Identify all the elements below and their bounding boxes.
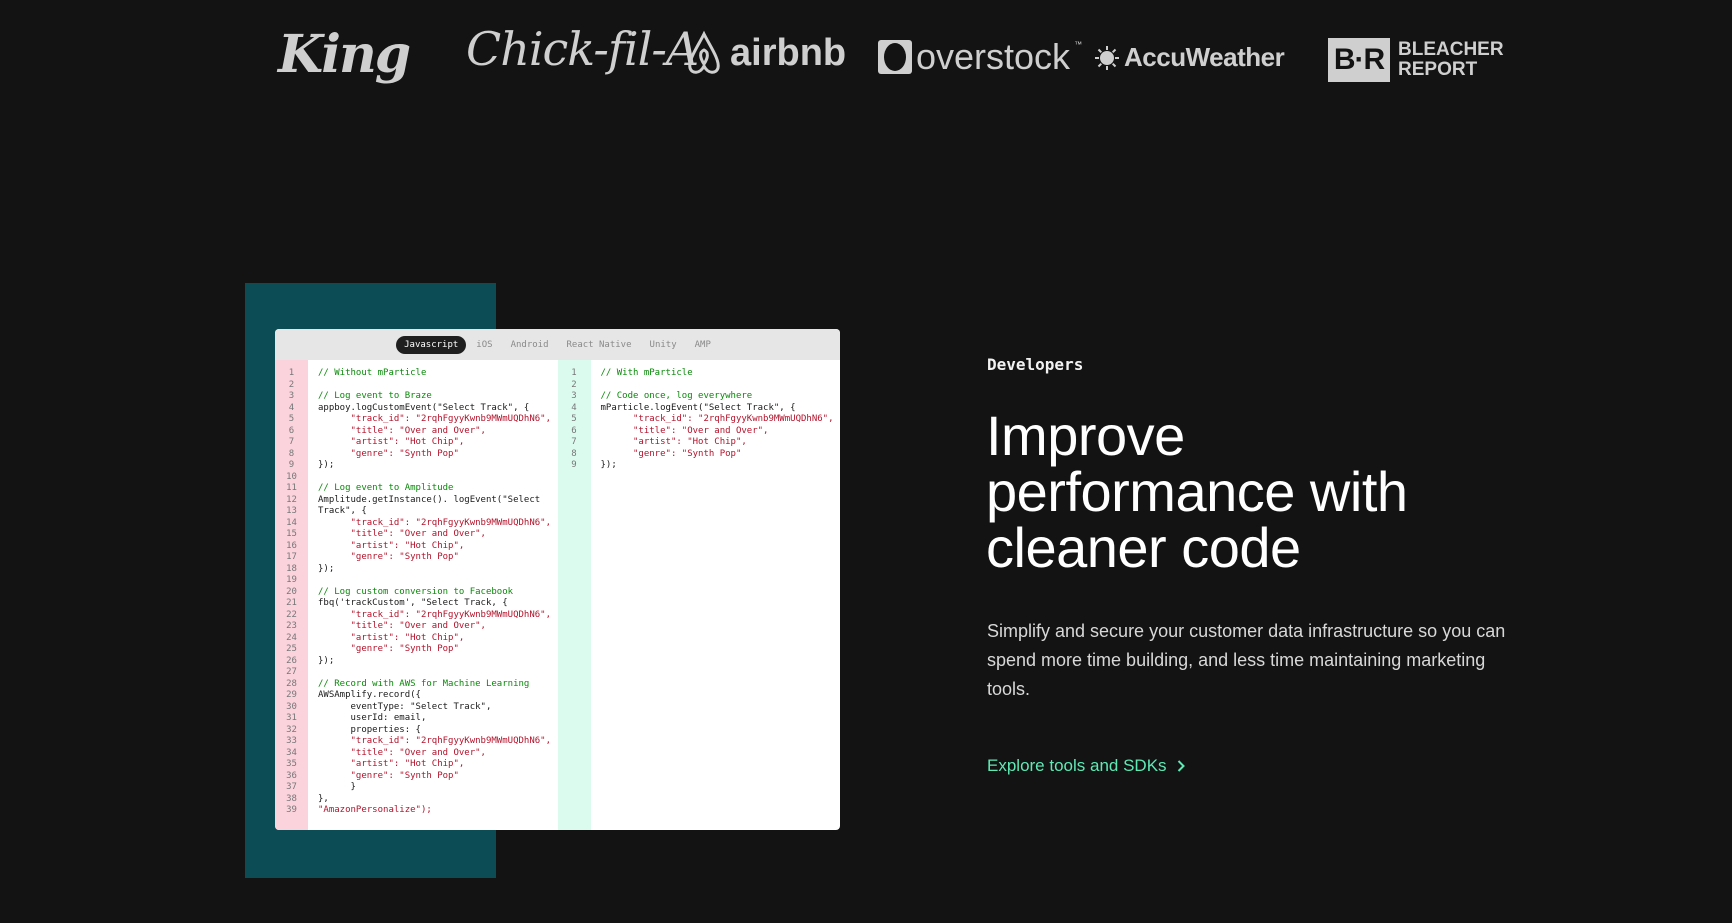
code-line: // Without mParticle [318,368,427,378]
code-line: eventType: "Select Track", [318,701,492,712]
overstock-trademark: ™ [1074,40,1083,49]
chickfila-logo: Chick-fil-A [466,22,699,76]
airbnb-logo: airbnb [684,30,846,76]
king-logo: King [278,24,411,85]
code-line: "genre": "Synth Pop" [318,448,459,459]
tab-unity[interactable]: Unity [642,336,685,354]
code-line: "genre": "Synth Pop" [318,552,459,562]
code-line: Amplitude.getInstance(). logEvent("Selec… [318,494,541,505]
chickfila-logo-text: Chick-fil-A [466,22,699,76]
accuweather-logo: AccuWeather [1094,42,1285,73]
report-word: REPORT [1398,59,1478,80]
code-line: "track_id": "2rqhFgyyKwnb9MWmUQDhN6", [318,517,552,528]
line-number-gutter: 1 2 3 4 5 6 7 8 9 [557,360,591,830]
code-line: "title": "Over and Over", [318,529,486,539]
overstock-logo-text: overstock [916,36,1071,77]
code-line: fbq('trackCustom', "Select Track, { [318,598,508,608]
sun-icon [1095,45,1119,70]
bleacher-report-mark: B·R [1328,38,1390,82]
code-line: }, [318,793,329,804]
code-line: "title": "Over and Over", [600,425,769,436]
code-line: AWSAmplify.record({ [318,690,421,700]
code-pane-with-mparticle: 1 2 3 4 5 6 7 8 9 // With mParticle // Co… [557,360,841,830]
code-line: "artist": "Hot Chip", [318,540,465,551]
explore-tools-link[interactable]: Explore tools and SDKs [987,756,1185,776]
code-pane-without-mparticle: 1 2 3 4 5 6 7 8 9 10 11 12 13 14 15 16 1… [275,360,558,830]
language-tabs: Javascript iOS Android React Native Unit… [275,329,840,360]
code-block: // With mParticle // Code once, log every… [591,360,834,830]
code-line: userId: email, [318,713,427,723]
code-line: }); [318,563,335,574]
code-line: // Log event to Braze [318,391,432,401]
code-line: "AmazonPersonalize"); [318,805,432,815]
code-line: "track_id": "2rqhFgyyKwnb9MWmUQDhN6", [318,736,552,746]
code-line: // Log event to Amplitude [318,483,454,493]
tab-ios[interactable]: iOS [468,336,500,354]
section-headline: Improve performance with cleaner code [986,404,1408,579]
bleacher-word: BLEACHER [1398,39,1504,60]
tab-android[interactable]: Android [503,336,557,354]
code-line: // Code once, log everywhere [600,391,753,401]
code-line: "track_id": "2rqhFgyyKwnb9MWmUQDhN6", [600,414,834,424]
code-line: } [318,782,356,792]
accuweather-logo-text: AccuWeather [1124,42,1285,72]
code-comparison-window: Javascript iOS Android React Native Unit… [275,329,840,830]
code-line: "track_id": "2rqhFgyyKwnb9MWmUQDhN6", [318,414,552,424]
section-body: Simplify and secure your customer data i… [987,621,1506,699]
code-block: // Without mParticle // Log event to Braz… [308,360,551,830]
code-line: "title": "Over and Over", [318,425,486,436]
code-line: "genre": "Synth Pop" [318,770,459,781]
airbnb-icon [688,30,720,74]
code-line: "track_id": "2rqhFgyyKwnb9MWmUQDhN6", [318,609,552,620]
customer-logos: King Chick-fil-A airbnb overstock ™ Accu… [0,0,1732,120]
code-line: }); [318,655,335,666]
code-line: "artist": "Hot Chip", [318,437,465,447]
code-line: "artist": "Hot Chip", [318,632,465,643]
code-line: "artist": "Hot Chip", [600,437,747,447]
explore-tools-label: Explore tools and SDKs [987,756,1167,775]
bleacher-report-wordmark: BLEACHER REPORT [1398,40,1504,80]
code-line: mParticle.logEvent("Select Track", { [600,402,796,413]
code-line: "genre": "Synth Pop" [318,644,459,654]
code-line: "artist": "Hot Chip", [318,759,465,769]
overstock-icon [878,40,912,74]
code-line: // Record with AWS for Machine Learning [318,678,530,689]
code-line: "genre": "Synth Pop" [600,448,742,459]
tab-react-native[interactable]: React Native [559,336,640,354]
code-line: "title": "Over and Over", [318,621,486,631]
chevron-right-icon [1177,760,1185,772]
code-line: properties: { [318,724,421,735]
tab-amp[interactable]: AMP [687,336,719,354]
code-line: }); [318,460,335,470]
section-eyebrow: Developers [987,355,1084,374]
overstock-logo: overstock ™ [878,36,1082,78]
king-logo-text: King [278,24,411,85]
code-line: // Log custom conversion to Facebook [318,586,514,597]
airbnb-logo-text: airbnb [730,31,847,74]
code-line: appboy.logCustomEvent("Select Track", { [318,402,530,413]
code-line: }); [600,460,617,470]
code-line: "title": "Over and Over", [318,747,486,758]
code-line: // With mParticle [600,368,693,378]
code-line: Track", { [318,506,367,516]
tab-javascript[interactable]: Javascript [396,335,467,354]
line-number-gutter: 1 2 3 4 5 6 7 8 9 10 11 12 13 14 15 16 1… [275,360,308,830]
bleacher-report-logo: B·R BLEACHER REPORT [1328,38,1504,82]
